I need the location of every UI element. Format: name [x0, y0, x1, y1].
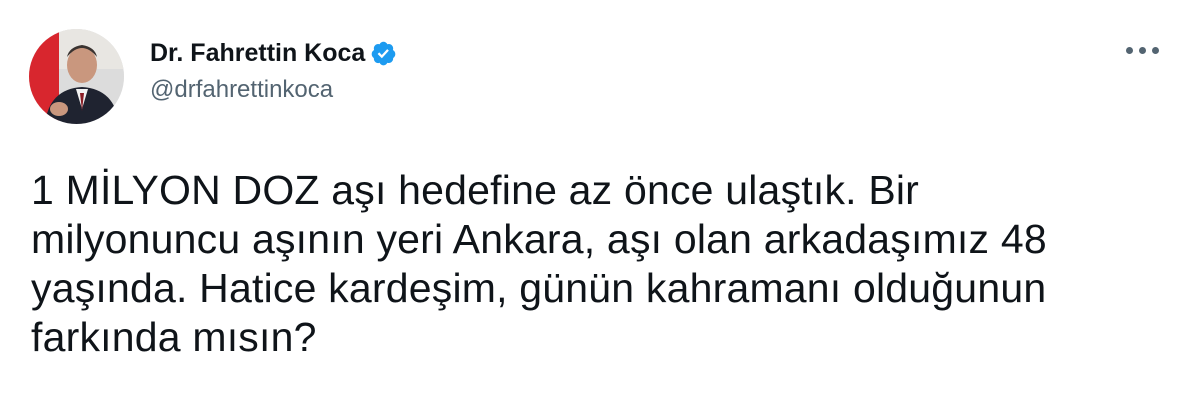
verified-badge-icon — [372, 41, 396, 65]
more-horizontal-icon — [1125, 46, 1133, 54]
more-horizontal-icon — [1151, 46, 1159, 54]
tweet-text-line: 1 MİLYON DOZ aşı hedefine az önce ulaştı… — [31, 167, 920, 213]
avatar[interactable] — [29, 29, 124, 124]
tweet-text-line: milyonuncu aşının yeri Ankara, aşı olan … — [31, 216, 1047, 262]
profile-photo-icon — [29, 29, 124, 124]
more-horizontal-icon — [1138, 46, 1146, 54]
tweet-text-line: yaşında. Hatice kardeşim, günün kahraman… — [31, 265, 1047, 311]
more-options-button[interactable] — [1112, 30, 1172, 70]
author-block: Dr. Fahrettin Koca @drfahrettinkoca — [150, 36, 397, 104]
author-display-name[interactable]: Dr. Fahrettin Koca — [150, 39, 365, 68]
author-handle[interactable]: @drfahrettinkoca — [150, 76, 397, 104]
tweet-text-line: farkında mısın? — [31, 314, 317, 360]
tweet-text: 1 MİLYON DOZ aşı hedefine az önce ulaştı… — [31, 166, 1181, 362]
tweet-card: Dr. Fahrettin Koca @drfahrettinkoca 1 Mİ… — [0, 0, 1200, 412]
